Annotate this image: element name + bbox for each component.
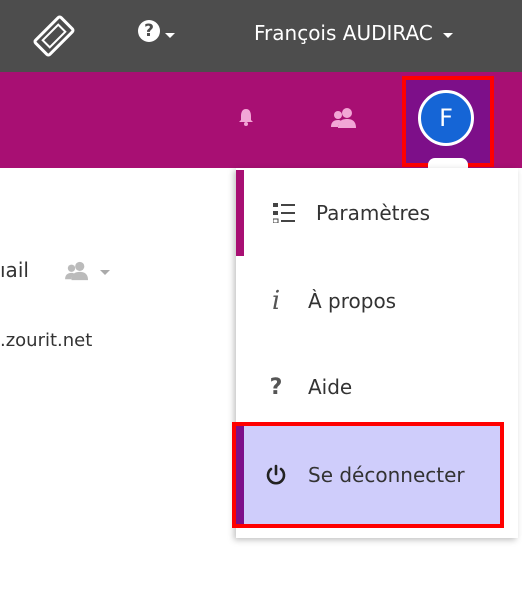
top-navbar: ? François AUDIRAC [0,0,522,72]
menu-item-label: Paramètres [316,201,431,225]
menu-item-settings[interactable]: Paramètres [236,170,518,256]
user-menu[interactable]: François AUDIRAC [254,21,453,45]
help-menu[interactable]: ? [138,20,175,42]
info-icon: i [271,286,281,316]
app-header: F [0,72,522,168]
user-dropdown-menu: Paramètres i À propos ? Aide Se déconnec… [232,168,518,538]
menu-item-label: Aide [308,375,353,399]
chevron-down-icon [442,32,453,38]
menu-item-label: Se déconnecter [308,463,465,487]
menu-item-label: À propos [308,289,397,313]
menu-item-logout[interactable]: Se déconnecter [232,422,504,528]
ticket-icon[interactable] [32,14,76,58]
partial-label: ıail [0,258,29,282]
list-icon [264,203,304,223]
avatar: F [418,90,474,146]
chevron-down-icon [165,32,175,38]
users-icon[interactable] [330,106,358,130]
menu-item-about[interactable]: i À propos [236,258,518,344]
power-icon [256,464,296,486]
help-icon: ? [138,20,160,42]
menu-item-help[interactable]: ? Aide [236,344,518,430]
partial-email: .zourit.net [0,330,93,351]
chevron-down-icon[interactable] [100,270,110,275]
user-name: François AUDIRAC [254,21,433,45]
avatar-button[interactable]: F [402,76,494,167]
user-group-icon[interactable] [64,260,90,282]
bell-icon[interactable] [238,108,254,126]
question-icon: ? [269,374,283,400]
active-indicator [236,426,244,524]
